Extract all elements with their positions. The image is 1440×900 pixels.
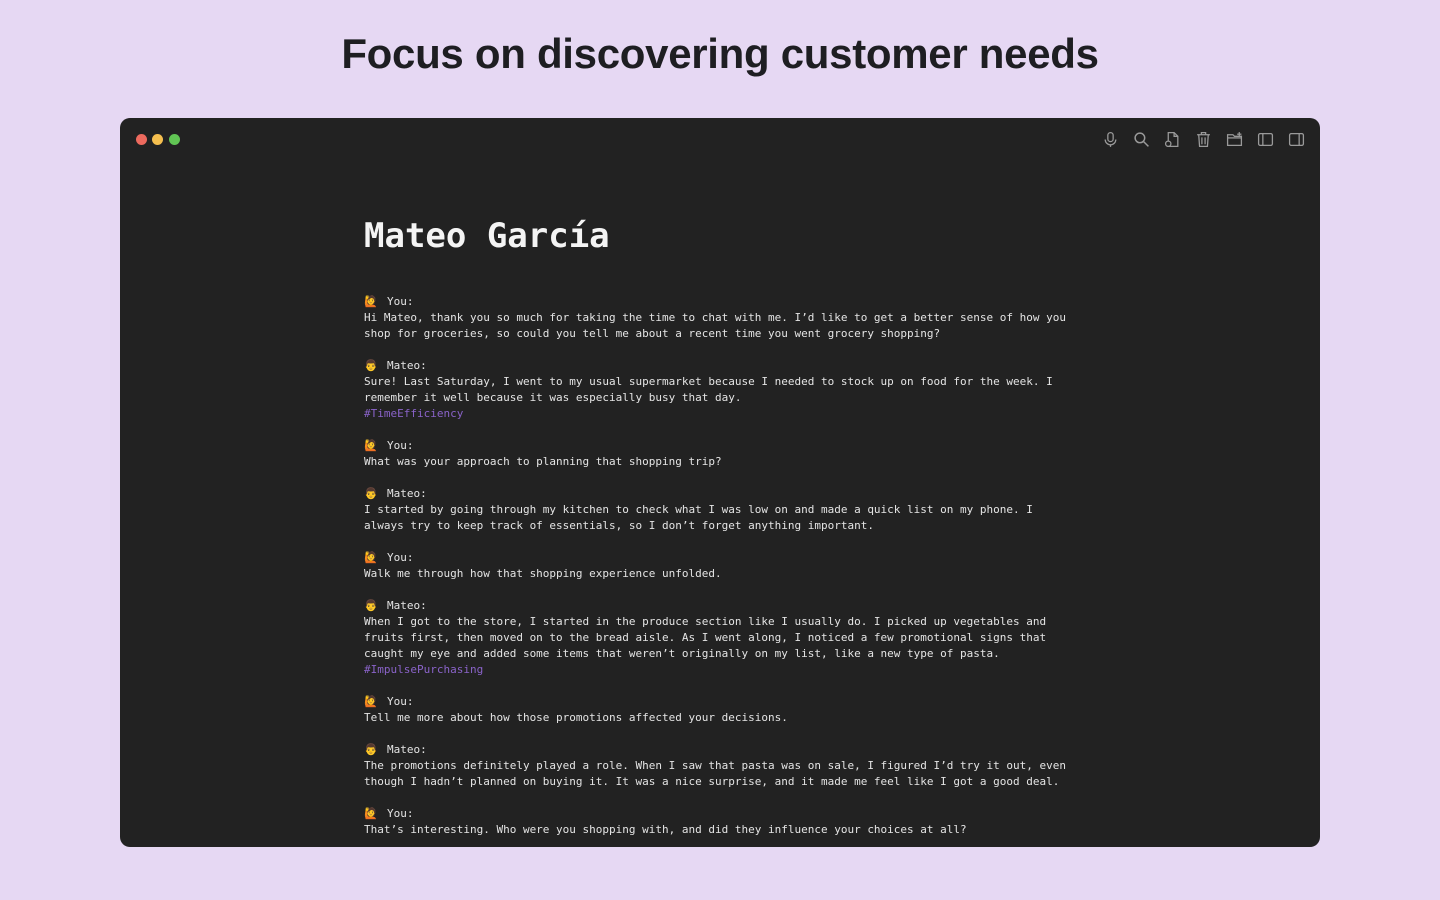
transcript-turn[interactable]: 👨 Mateo: Sure! Last Saturday, I went to … [364,358,1104,422]
speaker-name: Mateo: [387,487,427,500]
search-icon[interactable] [1131,129,1151,149]
speaker-avatar: 👨 [364,487,378,500]
speaker-avatar: 👨 [364,743,378,756]
speaker-line: 👨 Mateo: [364,742,1104,758]
speaker-name: You: [387,695,414,708]
zoom-window-button[interactable] [169,134,180,145]
speaker-line: 🙋 You: [364,294,1104,310]
transcript-turn[interactable]: 👨 Mateo: When I got to the store, I star… [364,598,1104,678]
toolbar [1089,129,1306,149]
speaker-avatar: 🙋 [364,295,378,308]
speaker-avatar: 🙋 [364,551,378,564]
trash-icon[interactable] [1193,129,1213,149]
microphone-icon[interactable] [1100,129,1120,149]
transcript-turn[interactable]: 🙋 You: Walk me through how that shopping… [364,550,1104,582]
turn-text: When I got to the store, I started in th… [364,615,1047,660]
app-window: Mateo García 🙋 You: Hi Mateo, thank you … [120,118,1320,847]
right-sidebar-icon[interactable] [1286,129,1306,149]
turn-text: The promotions definitely played a role.… [364,759,1066,788]
speaker-line: 🙋 You: [364,550,1104,566]
hashtag-link[interactable]: #ImpulsePurchasing [364,662,1104,678]
document: Mateo García 🙋 You: Hi Mateo, thank you … [364,214,1104,847]
speaker-name: Mateo: [387,599,427,612]
speaker-name: Mateo: [387,743,427,756]
speaker-line: 👨 Mateo: [364,486,1104,502]
turn-text: Sure! Last Saturday, I went to my usual … [364,375,1053,404]
speaker-line: 🙋 You: [364,694,1104,710]
hashtag-link[interactable]: #TimeEfficiency [364,406,1104,422]
turn-text: That’s interesting. Who were you shoppin… [364,823,967,836]
speaker-name: Mateo: [387,359,427,372]
page-headline: Focus on discovering customer needs [341,30,1099,77]
turn-text: Tell me more about how those promotions … [364,711,788,724]
turn-text: Walk me through how that shopping experi… [364,567,722,580]
minimize-window-button[interactable] [152,134,163,145]
left-sidebar-icon[interactable] [1255,129,1275,149]
turn-text: I started by going through my kitchen to… [364,503,1033,532]
transcript-turn[interactable]: 🙋 You: Tell me more about how those prom… [364,694,1104,726]
speaker-avatar: 🙋 [364,807,378,820]
speaker-line: 👨 Mateo: [364,358,1104,374]
title-bar [120,118,1320,160]
speaker-avatar: 🙋 [364,695,378,708]
speaker-name: You: [387,807,414,820]
turn-text: What was your approach to planning that … [364,455,722,468]
interview-transcript[interactable]: 🙋 You: Hi Mateo, thank you so much for t… [364,294,1104,838]
transcript-turn[interactable]: 👨 Mateo: I started by going through my k… [364,486,1104,534]
speaker-line: 🙋 You: [364,438,1104,454]
speaker-line: 🙋 You: [364,806,1104,822]
transcript-turn[interactable]: 👨 Mateo: The promotions definitely playe… [364,742,1104,790]
turn-text: Hi Mateo, thank you so much for taking t… [364,311,1066,340]
folder-add-icon[interactable] [1224,129,1244,149]
speaker-line: 👨 Mateo: [364,598,1104,614]
speaker-avatar: 🙋 [364,439,378,452]
document-title[interactable]: Mateo García [364,214,1104,258]
transcript-turn[interactable]: 🙋 You: What was your approach to plannin… [364,438,1104,470]
speaker-avatar: 👨 [364,359,378,372]
speaker-name: You: [387,439,414,452]
file-link-icon[interactable] [1162,129,1182,149]
transcript-turn[interactable]: 🙋 You: That’s interesting. Who were you … [364,806,1104,838]
transcript-turn[interactable]: 🙋 You: Hi Mateo, thank you so much for t… [364,294,1104,342]
close-window-button[interactable] [136,134,147,145]
speaker-name: You: [387,551,414,564]
speaker-avatar: 👨 [364,599,378,612]
speaker-name: You: [387,295,414,308]
